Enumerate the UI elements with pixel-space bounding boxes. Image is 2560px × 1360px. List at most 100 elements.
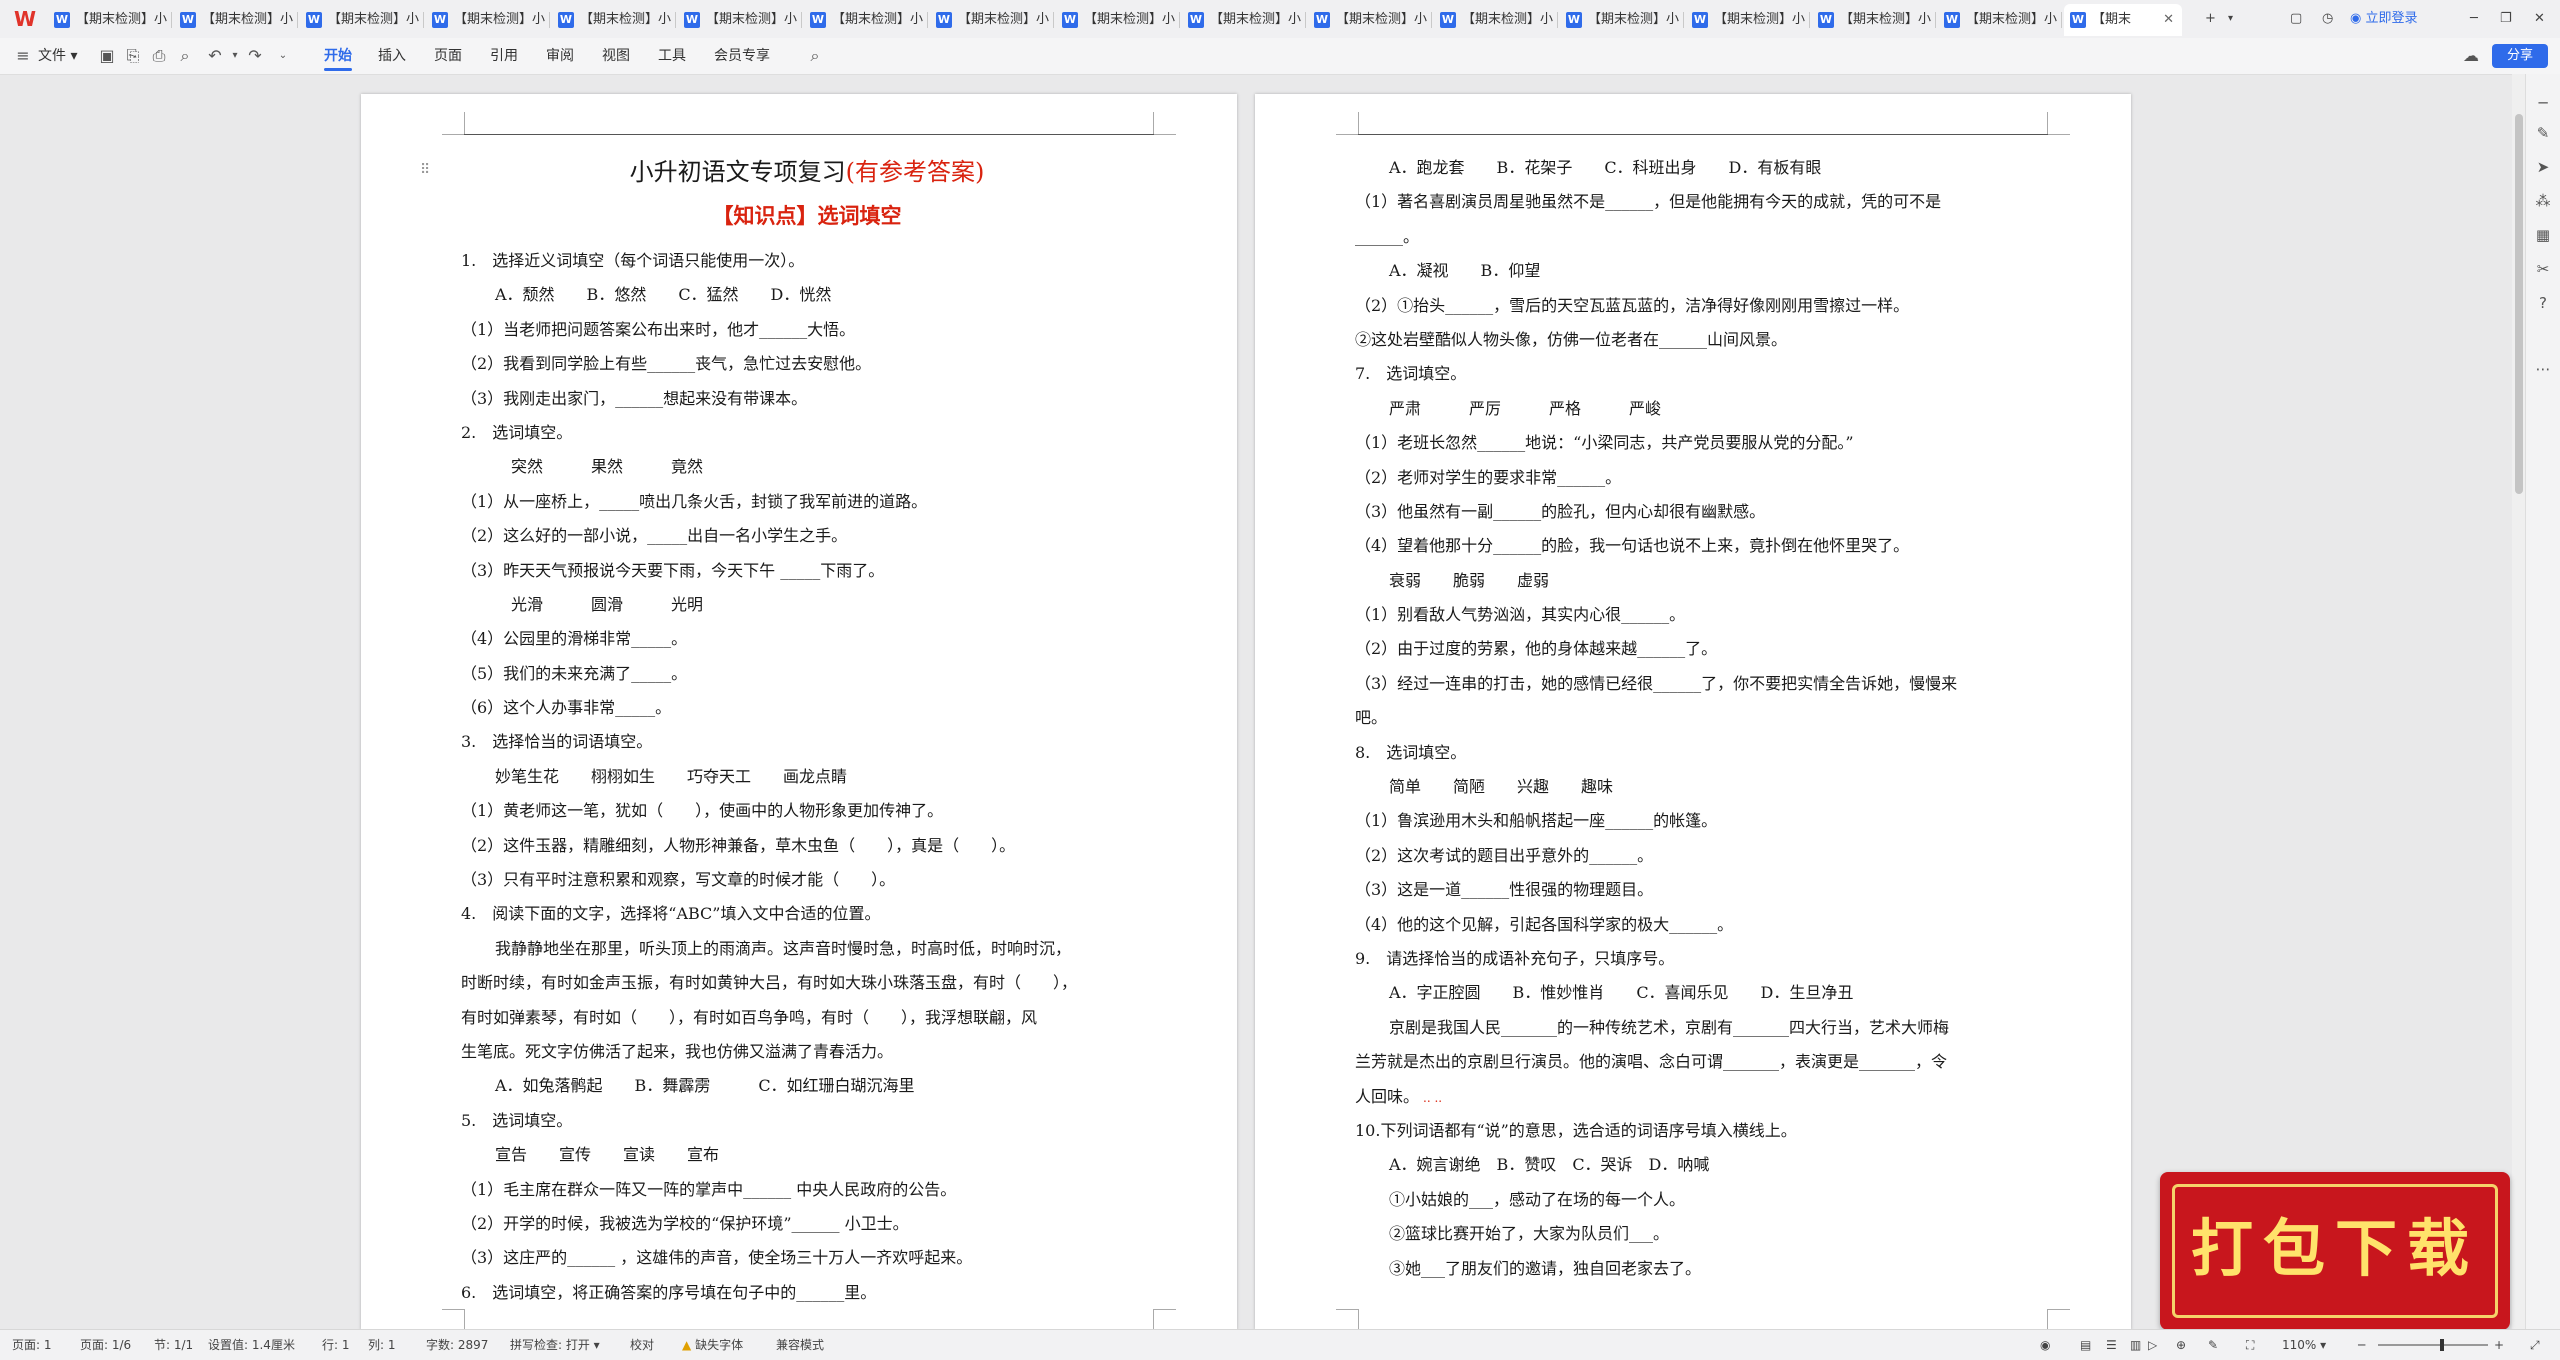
text-line: A．凝视 B．仰望 xyxy=(1355,254,2047,288)
outline-view-icon[interactable]: ☰ xyxy=(2106,1330,2117,1360)
tab-document[interactable]: W 【期末检测】小 xyxy=(930,4,1054,36)
vertical-scrollbar[interactable] xyxy=(2512,74,2526,1330)
print-icon[interactable]: ⎙ xyxy=(150,47,168,65)
tab-document[interactable]: W 【期末检测】小 xyxy=(300,4,424,36)
status-col[interactable]: 列: 1 xyxy=(368,1330,396,1360)
scrollbar-thumb[interactable] xyxy=(2515,114,2523,494)
missing-font-button[interactable]: ▲ 缺失字体 xyxy=(682,1330,743,1360)
word-doc-icon: W xyxy=(684,11,700,28)
layout-view-icon[interactable]: ▥ xyxy=(2130,1330,2141,1360)
status-pages[interactable]: 页面: 1/6 xyxy=(80,1330,131,1360)
export-pdf-icon[interactable]: ⎘ xyxy=(124,47,142,65)
edit-view-icon[interactable]: ✎ xyxy=(2208,1330,2218,1360)
menu-tab-home[interactable]: 开始 xyxy=(324,38,352,74)
text-line: ②这处岩壁酷似人物头像，仿佛一位老者在______山间风景。 xyxy=(1355,323,2047,357)
menu-tab-member[interactable]: 会员专享 xyxy=(714,38,770,74)
tab-document[interactable]: W 【期末检测】小 xyxy=(1308,4,1432,36)
tab-document[interactable]: W 【期末检测】小 xyxy=(1812,4,1936,36)
close-tab-icon[interactable]: ✕ xyxy=(2163,4,2174,36)
text-line: 人回味。 .. .. xyxy=(1355,1080,2047,1114)
zoom-in-button[interactable]: + xyxy=(2494,1330,2504,1360)
status-section[interactable]: 节: 1/1 xyxy=(154,1330,193,1360)
tab-document[interactable]: W 【期末检测】小 xyxy=(48,4,172,36)
save-icon[interactable]: ▣ xyxy=(98,47,116,65)
tab-document[interactable]: W 【期末检测】小 xyxy=(678,4,802,36)
menu-tab-page[interactable]: 页面 xyxy=(434,38,462,74)
share-button[interactable]: 分享 xyxy=(2492,44,2548,68)
status-page[interactable]: 页面: 1 xyxy=(12,1330,52,1360)
zoom-slider-knob[interactable] xyxy=(2440,1339,2444,1351)
line-text: 衰弱 脆弱 虚弱 xyxy=(1389,570,1550,590)
web-view-icon[interactable]: ⊕ xyxy=(2176,1330,2186,1360)
file-menu[interactable]: 文件 ▾ xyxy=(38,38,77,74)
image-icon[interactable]: ▦ xyxy=(2534,226,2552,244)
line-text: ②篮球比赛开始了，大家为队员们___。 xyxy=(1389,1224,1670,1244)
zoom-out-button[interactable]: ─ xyxy=(2358,1330,2365,1360)
proofread-button[interactable]: 校对 xyxy=(630,1330,654,1360)
page-view-icon[interactable]: ▤ xyxy=(2080,1330,2091,1360)
close-window-button[interactable]: ✕ xyxy=(2534,0,2545,38)
hamburger-menu-icon[interactable]: ≡ xyxy=(14,47,32,65)
tab-label: 【期末 xyxy=(2092,12,2132,27)
redo-icon[interactable]: ↷ xyxy=(246,47,264,65)
collapse-panel-icon[interactable]: ─ xyxy=(2534,94,2552,112)
play-icon[interactable]: ▷ xyxy=(2148,1330,2157,1360)
tab-document[interactable]: W 【期末检测】小 xyxy=(1434,4,1558,36)
more-options-icon[interactable]: ⋯ xyxy=(2534,360,2552,378)
tab-document[interactable]: W 【期末检测】小 xyxy=(1686,4,1810,36)
tab-document[interactable]: W 【期末检测】小 xyxy=(1560,4,1684,36)
menu-tab-reference[interactable]: 引用 xyxy=(490,38,518,74)
menu-tab-review[interactable]: 审阅 xyxy=(546,38,574,74)
maximize-button[interactable]: ❐ xyxy=(2500,0,2512,38)
tab-document[interactable]: W 【期末检测】小 xyxy=(174,4,298,36)
document-page-1[interactable]: ⠿ 小升初语文专项复习(有参考答案) 【知识点】选词填空 1. 选择近义词填空（… xyxy=(361,94,1237,1330)
line-text: 吧。 xyxy=(1355,708,1388,728)
new-tab-button[interactable]: + xyxy=(2205,0,2216,38)
search-icon[interactable]: ⌕ xyxy=(806,47,824,65)
download-package-badge[interactable]: 打包下载 xyxy=(2160,1172,2510,1330)
tab-document[interactable]: W 【期末检测】小 xyxy=(1938,4,2062,36)
tab-document[interactable]: W 【期末检测】小 xyxy=(1182,4,1306,36)
fit-page-icon[interactable]: ⛶ xyxy=(2246,1330,2254,1360)
wps-logo-icon[interactable]: W xyxy=(14,8,36,30)
line-text: （3）这庄严的______ ，这雄伟的声音，使全场三十万人一齐欢呼起来。 xyxy=(461,1248,973,1268)
status-row[interactable]: 行: 1 xyxy=(322,1330,350,1360)
line-text: 3. 选择恰当的词语填空。 xyxy=(461,732,653,752)
menu-tab-view[interactable]: 视图 xyxy=(602,38,630,74)
help-icon[interactable]: ? xyxy=(2534,294,2552,312)
menu-tab-insert[interactable]: 插入 xyxy=(378,38,406,74)
pen-icon[interactable]: ✎ xyxy=(2534,124,2552,142)
select-cursor-icon[interactable]: ➤ xyxy=(2534,158,2552,176)
more-chevron-icon[interactable]: ⌄ xyxy=(274,47,292,65)
crop-mark xyxy=(442,112,465,135)
print-preview-icon[interactable]: ⌕ xyxy=(176,47,194,65)
zoom-slider[interactable] xyxy=(2378,1344,2488,1346)
fullscreen-icon[interactable]: ⤢ xyxy=(2530,1330,2540,1360)
menu-tab-tools[interactable]: 工具 xyxy=(658,38,686,74)
undo-icon[interactable]: ↶ xyxy=(206,47,224,65)
document-page-2[interactable]: A．跑龙套 B．花架子 C．科班出身 D．有板有眼 （1）著名喜剧演员周星驰虽然不… xyxy=(1255,94,2131,1330)
tab-document[interactable]: W 【期末检测】小 xyxy=(1056,4,1180,36)
drag-handle-icon[interactable]: ⠿ xyxy=(420,162,430,178)
cloud-sync-icon[interactable]: ☁ xyxy=(2462,47,2480,65)
tab-active-document[interactable]: W 【期末 ✕ xyxy=(2064,4,2182,36)
tools-icon[interactable]: ✂ xyxy=(2534,260,2552,278)
window-layout-icon[interactable]: ▢ xyxy=(2290,0,2302,38)
eye-protection-icon[interactable]: ◉ xyxy=(2040,1330,2050,1360)
tab-document[interactable]: W 【期末检测】小 xyxy=(804,4,928,36)
status-word-count[interactable]: 字数: 2897 xyxy=(426,1330,488,1360)
clock-icon[interactable]: ◷ xyxy=(2322,0,2333,38)
login-link[interactable]: ◉ 立即登录 xyxy=(2350,0,2418,38)
zoom-level[interactable]: 110% ▾ xyxy=(2282,1330,2326,1360)
tab-label: 【期末检测】小 xyxy=(1336,12,1428,27)
undo-chevron-icon[interactable]: ▾ xyxy=(226,47,244,65)
format-icon[interactable]: ⁂ xyxy=(2534,192,2552,210)
spell-check-toggle[interactable]: 拼写检查: 打开 ▾ xyxy=(510,1330,600,1360)
minimize-button[interactable]: ─ xyxy=(2470,0,2478,38)
tab-list-chevron-icon[interactable]: ▾ xyxy=(2228,0,2233,38)
text-line: （2）这件玉器，精雕细刻，人物形神兼备，草木虫鱼（ ），真是（ ）。 xyxy=(461,829,1153,863)
line-text: （4）望着他那十分______的脸，我一句话也说不上来，竟扑倒在他怀里哭了。 xyxy=(1355,536,1910,556)
tab-document[interactable]: W 【期末检测】小 xyxy=(426,4,550,36)
tab-document[interactable]: W 【期末检测】小 xyxy=(552,4,676,36)
status-setting[interactable]: 设置值: 1.4厘米 xyxy=(208,1330,295,1360)
